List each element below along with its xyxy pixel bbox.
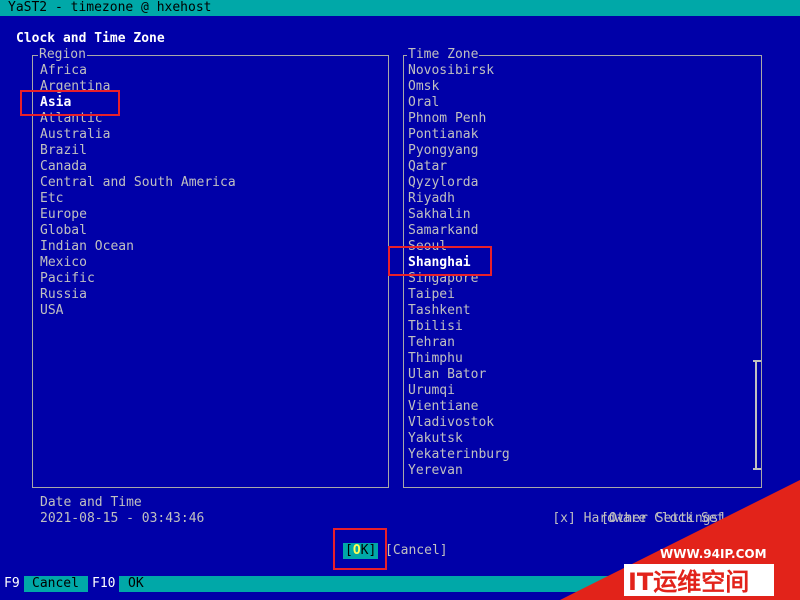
timezone-list-item[interactable]: Taipei — [408, 287, 510, 303]
region-list-item[interactable]: Argentina — [40, 79, 236, 95]
region-list-item[interactable]: Russia — [40, 287, 236, 303]
region-list-item[interactable]: Europe — [40, 207, 236, 223]
region-list-item[interactable]: Australia — [40, 127, 236, 143]
timezone-list[interactable]: Novosibirsk Omsk Oral Phnom Penh Pontianak Py… — [408, 63, 510, 479]
region-list-item[interactable]: Atlantic — [40, 111, 236, 127]
region-list-item[interactable]: USA — [40, 303, 236, 319]
region-list-item[interactable]: Africa — [40, 63, 236, 79]
timezone-list-item[interactable]: Qyzylorda — [408, 175, 510, 191]
timezone-list-item[interactable]: Ulan Bator — [408, 367, 510, 383]
region-list-item[interactable]: Asia — [40, 95, 236, 111]
yast-screen: YaST2 - timezone @ hxehost Clock and Tim… — [0, 0, 800, 600]
region-list-item[interactable]: Canada — [40, 159, 236, 175]
timezone-list-item[interactable]: Shanghai — [408, 255, 510, 271]
region-list-item[interactable]: Brazil — [40, 143, 236, 159]
ok-hotkey: O — [352, 543, 361, 558]
region-list-item[interactable]: Pacific — [40, 271, 236, 287]
region-list-item[interactable]: Central and South America — [40, 175, 236, 191]
timezone-list-item[interactable]: Yekaterinburg — [408, 447, 510, 463]
timezone-list-item[interactable]: Singapore — [408, 271, 510, 287]
title-bar: YaST2 - timezone @ hxehost — [0, 0, 800, 16]
region-list-item[interactable]: Etc — [40, 191, 236, 207]
region-label: Region — [38, 47, 87, 63]
timezone-list-item[interactable]: Vladivostok — [408, 415, 510, 431]
timezone-list-item[interactable]: Omsk — [408, 79, 510, 95]
timezone-list-item[interactable]: Riyadh — [408, 191, 510, 207]
function-key-bar: F9 Cancel F10 OK — [0, 576, 800, 592]
watermark-url: WWW.94IP.COM — [660, 547, 767, 561]
timezone-list-item[interactable]: Tashkent — [408, 303, 510, 319]
ok-button[interactable]: [OK] — [343, 543, 379, 559]
timezone-list-item[interactable]: Seoul — [408, 239, 510, 255]
timezone-list-item[interactable]: Novosibirsk — [408, 63, 510, 79]
checkbox-mark[interactable]: [x] — [552, 511, 575, 526]
region-list-item[interactable]: Mexico — [40, 255, 236, 271]
timezone-list-item[interactable]: Thimphu — [408, 351, 510, 367]
f10-key[interactable]: F10 — [88, 576, 120, 592]
window-title: YaST2 - timezone @ hxehost — [8, 0, 212, 15]
ok-bracket-open: [ — [345, 543, 353, 558]
timezone-list-item[interactable]: Urumqi — [408, 383, 510, 399]
ok-rest: K] — [360, 543, 377, 558]
other-settings-button[interactable]: [Other Settings] — [601, 511, 726, 527]
timezone-list-item[interactable]: Tbilisi — [408, 319, 510, 335]
timezone-list-item[interactable]: Phnom Penh — [408, 111, 510, 127]
timezone-label: Time Zone — [407, 47, 480, 63]
hardware-clock-checkbox[interactable]: [x] Hardware Clock Set to UTC — [521, 495, 779, 526]
timezone-list-item[interactable]: Qatar — [408, 159, 510, 175]
timezone-list-item[interactable]: Pyongyang — [408, 143, 510, 159]
timezone-list-item[interactable]: Yerevan — [408, 463, 510, 479]
timezone-scrollbar[interactable] — [753, 360, 761, 470]
dialog-heading: Clock and Time Zone — [16, 31, 165, 46]
f9-key[interactable]: F9 — [0, 576, 24, 592]
timezone-list-item[interactable]: Oral — [408, 95, 510, 111]
date-time-value: 2021-08-15 - 03:43:46 — [40, 511, 205, 526]
timezone-list-item[interactable]: Sakhalin — [408, 207, 510, 223]
timezone-list-item[interactable]: Samarkand — [408, 223, 510, 239]
date-time-label: Date and Time — [40, 495, 142, 510]
f10-label[interactable]: OK — [128, 576, 144, 592]
cancel-button[interactable]: [Cancel] — [385, 543, 448, 559]
timezone-list-item[interactable]: Yakutsk — [408, 431, 510, 447]
region-list[interactable]: Africa Argentina Asia Atlantic Australia Braz… — [40, 63, 236, 319]
timezone-list-item[interactable]: Tehran — [408, 335, 510, 351]
timezone-list-item[interactable]: Vientiane — [408, 399, 510, 415]
region-list-item[interactable]: Indian Ocean — [40, 239, 236, 255]
region-list-item[interactable]: Global — [40, 223, 236, 239]
f9-label[interactable]: Cancel — [32, 576, 79, 592]
timezone-list-item[interactable]: Pontianak — [408, 127, 510, 143]
